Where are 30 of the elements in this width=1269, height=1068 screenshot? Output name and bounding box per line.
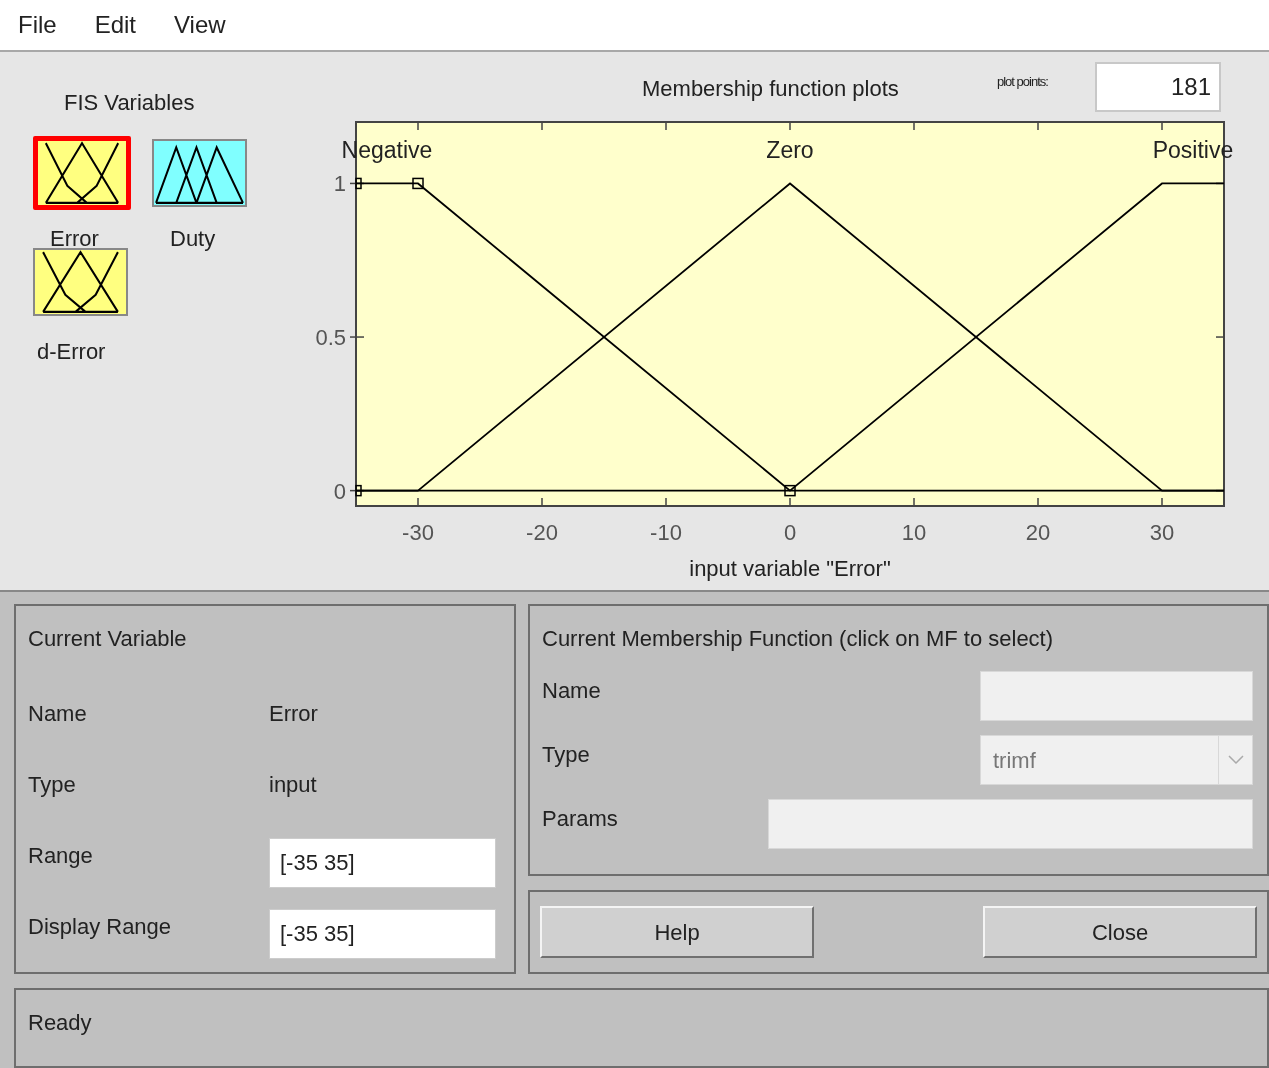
tick-label: -10 [650,520,682,545]
field-label: Name [28,700,88,728]
field-value: Error [269,700,318,728]
tick-label: 30 [1149,520,1175,545]
curve-label: Zero [766,137,814,163]
panel-title: Current Variable [28,625,188,652]
panel-title: Current Membership Function (click on MF to select) [542,625,1055,652]
variable-label: d-Error [37,338,106,366]
axis-title: input variable "Error" [689,556,891,581]
field-label: Type [28,771,77,799]
tick-label: -20 [526,520,558,545]
status-text: Ready [28,1010,92,1035]
plot-title: Membership function plots [642,74,900,103]
field-value: input [269,771,317,799]
field-label: Params [542,804,618,833]
tick-label: 20 [1025,520,1051,545]
tick-label: 10 [901,520,927,545]
section-title: FIS Variables [64,89,196,116]
tick-label: 0 [333,478,346,504]
tick-label: 1 [333,171,346,197]
variable-label: Duty [170,225,216,253]
variable-label: Error [50,225,99,253]
plot-points-label: plot points: [997,73,1049,92]
field-label: Range [28,842,94,870]
tick-label: 0 [783,520,797,545]
tick-label: -30 [402,520,434,545]
field-label: Name [542,676,601,705]
field-label: Display Range [28,913,173,941]
tick-label: 0.5 [315,325,346,351]
field-label: Type [542,740,590,769]
